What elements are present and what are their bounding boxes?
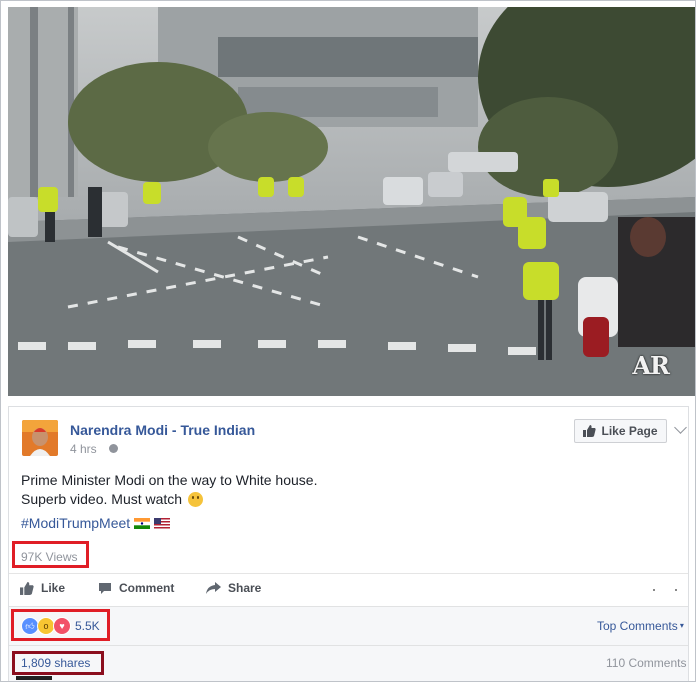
india-flag-icon	[134, 517, 151, 529]
reactions-summary[interactable]: 👍︎ o ♥ 5.5K	[21, 617, 100, 635]
share-label: Share	[228, 581, 262, 595]
video-watermark: AR	[632, 351, 670, 380]
post-message-line2: Superb video. Must watch	[21, 491, 183, 507]
video-player[interactable]: AR	[8, 7, 695, 396]
like-page-label: Like Page	[601, 424, 658, 438]
reaction-count: 5.5K	[75, 619, 100, 633]
post-message: Prime Minister Modi on the way to White …	[21, 471, 317, 509]
divider	[9, 573, 688, 574]
video-frame-street-motorcade	[8, 7, 695, 396]
caret-down-icon: ▾	[677, 621, 684, 630]
post-message-line1: Prime Minister Modi on the way to White …	[21, 472, 318, 488]
chevron-down-icon[interactable]	[674, 421, 687, 434]
bottom-edge-bar	[16, 676, 52, 680]
us-flag-icon	[154, 517, 171, 529]
globe-icon	[109, 444, 118, 453]
thumbs-up-icon	[20, 581, 34, 595]
facebook-post-frame: AR Narendra Modi - True Indian 4 hrs Lik…	[0, 0, 696, 682]
top-comments-label: Top Comments	[597, 619, 678, 633]
page-avatar[interactable]	[22, 420, 58, 456]
decorative-dot	[653, 589, 655, 591]
decorative-dot	[675, 589, 677, 591]
page-name-link[interactable]: Narendra Modi - True Indian	[70, 422, 255, 438]
comments-count-link[interactable]: 110 Comments	[606, 656, 686, 670]
views-count: 97K Views	[21, 550, 78, 564]
comment-icon	[99, 582, 111, 594]
share-arrow-icon	[206, 582, 221, 594]
hashtag-row: #ModiTrumpMeet	[21, 515, 171, 531]
shares-link[interactable]: 1,809 shares	[21, 656, 90, 670]
comment-button[interactable]: Comment	[98, 581, 174, 595]
like-page-button[interactable]: Like Page	[574, 419, 667, 443]
avatar-image	[22, 420, 58, 456]
share-button[interactable]: Share	[206, 581, 261, 595]
divider	[9, 645, 688, 646]
top-comments-dropdown[interactable]: Top Comments ▾	[597, 619, 684, 633]
thumbs-up-icon	[583, 425, 597, 437]
like-label: Like	[41, 581, 66, 595]
love-reaction-icon: ♥	[53, 617, 71, 635]
like-button[interactable]: Like	[20, 581, 65, 595]
post-card: Narendra Modi - True Indian 4 hrs Like P…	[8, 406, 689, 681]
post-time[interactable]: 4 hrs	[70, 442, 97, 456]
hashtag-link[interactable]: #ModiTrumpMeet	[21, 515, 130, 531]
reactions-footer	[9, 606, 688, 681]
comment-label: Comment	[119, 581, 175, 595]
smiley-emoji-icon	[187, 492, 203, 507]
